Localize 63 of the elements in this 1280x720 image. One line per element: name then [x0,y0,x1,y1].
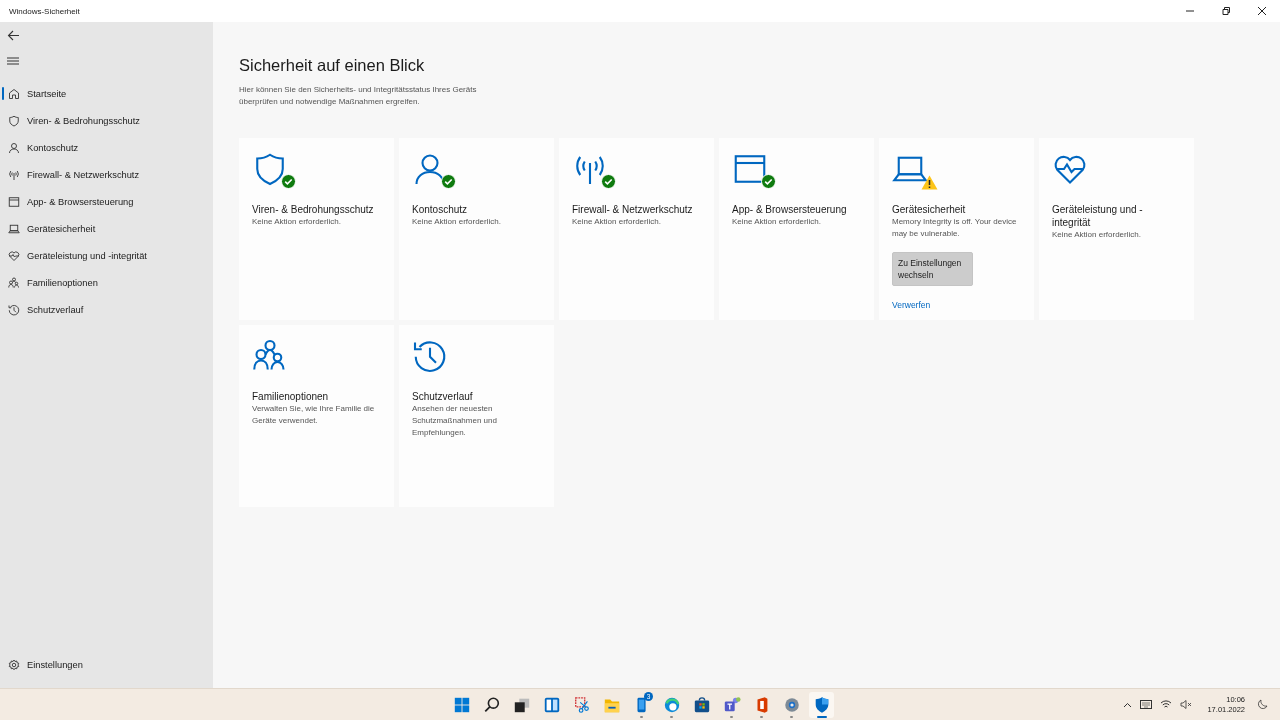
search-icon [482,695,501,714]
close-button[interactable] [1257,6,1267,16]
card-description: Keine Aktion erforderlich. [572,216,661,228]
dismiss-link[interactable]: Verwerfen [892,300,931,310]
card-description: Keine Aktion erforderlich. [252,216,341,228]
settings-nav-item[interactable]: Einstellungen [0,651,213,678]
card-title: Familienoptionen [252,390,329,403]
browser-window-icon [8,195,20,208]
widgets-icon [542,695,561,714]
home-icon [8,87,20,100]
nav-item[interactable]: Familienoptionen [0,269,213,296]
wifi-icon[interactable] [1160,700,1173,709]
back-button[interactable] [7,30,20,41]
card-title: Geräteleistung und -integrität [1052,203,1144,229]
status-card[interactable]: Viren- & Bedrohungsschutz Keine Aktion erforderlich. [239,138,394,320]
laptop-icon [8,222,20,235]
status-card[interactable]: Kontoschutz Keine Aktion erforderlich. [399,138,554,320]
family-icon [8,276,20,289]
status-card[interactable]: Schutzverlauf Ansehen der neuesten Schutzmaßnahmen und Empfehlungen. [399,325,554,507]
nav-item[interactable]: Viren- & Bedrohungsschutz [0,107,213,134]
page-title: Sicherheit auf einen Blick [239,56,426,75]
restore-button[interactable] [1221,6,1231,16]
nav-item[interactable]: Gerätesicherheit [0,215,213,242]
shield-icon [8,114,20,127]
card-description: Verwalten Sie, wie Ihre Familie die Geräte verwendet. [252,403,376,427]
menu-button[interactable] [7,57,19,65]
nav-item[interactable]: Startseite [0,80,213,107]
history-icon [412,338,448,374]
card-description: Keine Aktion erforderlich. [412,216,501,228]
moon-icon[interactable] [1257,699,1268,710]
status-card[interactable]: Geräteleistung und -integrität Keine Aktion erforderlich. [1039,138,1194,320]
card-title: Viren- & Bedrohungsschutz [252,203,374,216]
status-card[interactable]: Firewall- & Netzwerkschutz Keine Aktion erforderlich. [559,138,714,320]
start-icon [452,695,471,714]
nav-item[interactable]: Kontoschutz [0,134,213,161]
card-description: Keine Aktion erforderlich. [1052,229,1141,241]
card-title: Firewall- & Netzwerkschutz [572,203,693,216]
speaker-muted-icon[interactable] [1180,700,1194,709]
person-icon [8,141,20,154]
card-description: Keine Aktion erforderlich. [732,216,821,228]
nav-item[interactable]: App- & Browsersteuerung [0,188,213,215]
chevron-up-icon[interactable] [1123,701,1133,708]
nav-item[interactable]: Firewall- & Netzwerkschutz [0,161,213,188]
heart-pulse-icon [8,249,20,262]
card-title: Gerätesicherheit [892,203,966,216]
page-description: Hier können Sie den Sicherheits- und Integritätsstatus Ihres Geräts überprüfen und notwendige Maßnahmen ergreifen. [239,84,478,108]
settings-button[interactable]: Zu Einstellungen wechseln [892,252,973,286]
card-description: Ansehen der neuesten Schutzmaßnahmen und Empfehlungen. [412,403,498,439]
card-title: Schutzverlauf [412,390,473,403]
status-card[interactable]: Familienoptionen Verwalten Sie, wie Ihre Familie die Geräte verwendet. [239,325,394,507]
settings-icon [8,658,20,671]
window-title: Windows-Sicherheit [9,6,80,16]
snipping-icon [572,695,591,714]
status-card[interactable]: App- & Browsersteuerung Keine Aktion erforderlich. [719,138,874,320]
store-icon [692,695,711,714]
card-title: App- & Browsersteuerung [732,203,847,216]
nav-item[interactable]: Geräteleistung und -integrität [0,242,213,269]
card-title: Kontoschutz [412,203,468,216]
nav-item[interactable]: Schutzverlauf [0,296,213,323]
antenna-icon [8,168,20,181]
history-icon [8,303,20,316]
card-description: Memory Integrity is off. Your device may be vulnerable. [892,216,1018,240]
status-card[interactable]: Gerätesicherheit Memory Integrity is off. Your device may be vulnerable. Zu Einstellungen wechseln Verwerfen [879,138,1034,320]
